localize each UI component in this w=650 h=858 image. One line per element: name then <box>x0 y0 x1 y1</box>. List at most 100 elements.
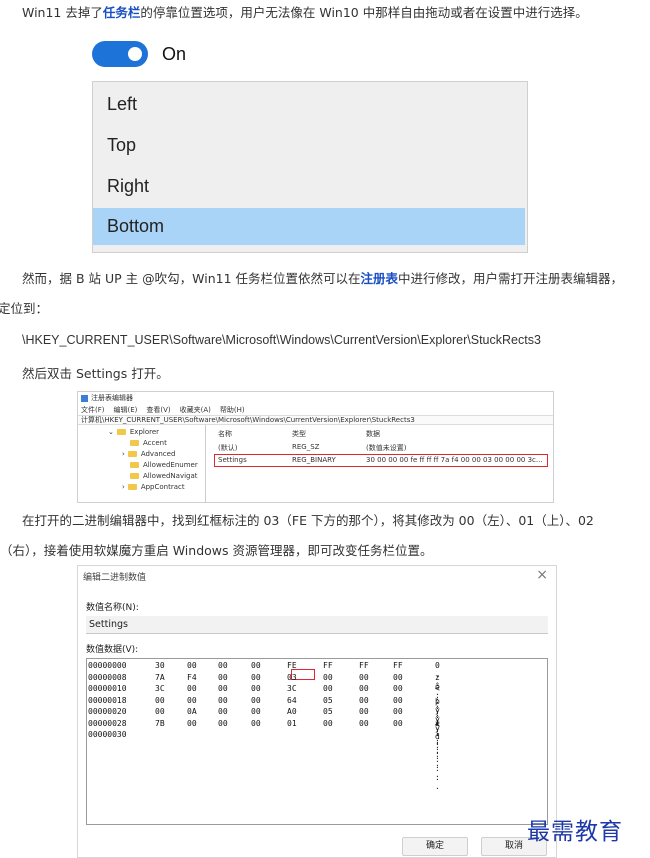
dialog-title: 编辑二进制数值 <box>83 573 147 583</box>
tree-item-advanced[interactable]: › Advanced <box>122 449 175 459</box>
hex-byte[interactable]: 00 <box>187 719 197 728</box>
hex-byte[interactable]: 00 <box>155 696 165 705</box>
hex-byte[interactable]: 3C <box>287 684 297 693</box>
hex-byte[interactable]: 00 <box>218 673 228 682</box>
position-option-bottom[interactable]: Bottom <box>93 208 525 245</box>
tree-label: Accent <box>143 439 167 447</box>
hex-byte[interactable]: 00 <box>393 696 403 705</box>
registry-link[interactable]: 注册表 <box>361 271 399 286</box>
hex-byte[interactable]: 00 <box>187 684 197 693</box>
hex-byte[interactable]: 00 <box>323 719 333 728</box>
regedit-app-icon <box>81 394 88 402</box>
hex-byte[interactable]: FF <box>323 661 333 670</box>
regedit-title: 注册表编辑器 <box>91 394 133 402</box>
toggle-switch[interactable] <box>92 41 148 67</box>
value-type: REG_SZ <box>292 443 320 451</box>
value-data-label: 数值数据(V): <box>86 645 139 655</box>
column-data[interactable]: 数据 <box>366 429 380 439</box>
hex-byte[interactable]: 00 <box>359 707 369 716</box>
intro-paragraph: Win11 去掉了任务栏的停靠位置选项，用户无法像在 Win10 中那样自由拖动… <box>22 4 588 22</box>
hex-byte[interactable]: 00 <box>187 696 197 705</box>
hex-byte[interactable]: 00 <box>393 684 403 693</box>
hex-byte[interactable]: 00 <box>323 673 333 682</box>
tree-item-allowedenumer[interactable]: AllowedEnumer <box>130 460 198 470</box>
hex-byte[interactable]: 0A <box>187 707 197 716</box>
hex-byte[interactable]: 00 <box>218 684 228 693</box>
hex-byte[interactable]: F4 <box>187 673 197 682</box>
tree-item-accent[interactable]: Accent <box>130 438 167 448</box>
hex-byte[interactable]: FE <box>287 661 297 670</box>
hex-byte[interactable]: 64 <box>287 696 297 705</box>
hex-byte[interactable]: 00 <box>251 661 261 670</box>
hex-byte[interactable]: 01 <box>287 719 297 728</box>
regedit-address-bar[interactable]: 计算机\HKEY_CURRENT_USER\Software\Microsoft… <box>78 415 553 425</box>
folder-icon <box>130 473 139 479</box>
menu-view[interactable]: 查看(V) <box>146 405 170 415</box>
menu-help[interactable]: 帮助(H) <box>220 405 245 415</box>
hex-byte[interactable]: 00 <box>359 696 369 705</box>
hex-byte[interactable]: 00 <box>218 719 228 728</box>
hex-byte[interactable]: A0 <box>287 707 297 716</box>
intro-text-rest: 的停靠位置选项，用户无法像在 Win10 中那样自由拖动或者在设置中进行选择。 <box>140 5 588 20</box>
hex-ascii: x . . . . . . . <box>435 718 440 791</box>
folder-icon <box>116 429 126 435</box>
tree-label: Explorer <box>129 428 160 436</box>
tree-label: AllowedEnumer <box>143 461 198 469</box>
hex-byte[interactable]: 00 <box>251 684 261 693</box>
hex-byte[interactable]: 00 <box>323 684 333 693</box>
hex-byte[interactable]: FF <box>393 661 403 670</box>
hex-byte[interactable]: 00 <box>218 661 228 670</box>
value-data: (数值未设置) <box>366 444 407 452</box>
hex-byte[interactable]: 00 <box>359 719 369 728</box>
menu-file[interactable]: 文件(F) <box>81 405 105 415</box>
value-name-field[interactable]: Settings <box>86 616 548 634</box>
folder-icon <box>130 462 139 468</box>
hex-byte[interactable]: 00 <box>251 696 261 705</box>
hex-byte[interactable]: 00 <box>251 719 261 728</box>
regedit-titlebar: 注册表编辑器 <box>78 392 553 404</box>
position-option-right[interactable]: Right <box>93 168 525 205</box>
hex-address: 00000028 <box>88 718 127 728</box>
hex-byte[interactable]: 00 <box>393 707 403 716</box>
tree-item-allowednavigat[interactable]: AllowedNavigat <box>130 471 198 481</box>
tree-item-explorer[interactable]: ⌄ Explorer <box>108 427 159 437</box>
column-type[interactable]: 类型 <box>292 429 306 439</box>
value-row-default[interactable]: (默认) REG_SZ (数值未设置) <box>214 443 553 453</box>
binary-editor-paragraph-line1: 在打开的二进制编辑器中，找到红框标注的 03（FE 下方的那个），将其修改为 0… <box>22 513 594 528</box>
hex-byte[interactable]: FF <box>359 661 369 670</box>
hex-byte[interactable]: 05 <box>323 707 333 716</box>
hex-byte[interactable]: 7B <box>155 719 165 728</box>
menu-edit[interactable]: 编辑(E) <box>114 405 138 415</box>
tree-item-appcontract[interactable]: › AppContract <box>122 482 185 492</box>
registry-paragraph: 然而，据 B 站 UP 主 @吹勾，Win11 任务栏位置依然可以在注册表中进行… <box>22 270 623 288</box>
hex-byte[interactable]: 00 <box>393 673 403 682</box>
ok-button[interactable]: 确定 <box>402 837 468 856</box>
hex-byte[interactable]: 30 <box>155 661 165 670</box>
folder-icon <box>130 440 139 446</box>
hex-data-editor[interactable]: 00000000 30 00 00 00 FE FF FF FF 0 . . . þ ÿ ÿ ÿ0… <box>86 658 548 825</box>
menu-favorites[interactable]: 收藏夹(A) <box>180 405 211 415</box>
open-settings-text: 然后双击 Settings 打开。 <box>22 366 169 381</box>
hex-byte[interactable]: 00 <box>393 719 403 728</box>
position-option-top[interactable]: Top <box>93 127 525 164</box>
hex-byte[interactable]: 3C <box>155 684 165 693</box>
hex-byte[interactable]: 7A <box>155 673 165 682</box>
hex-byte[interactable]: 05 <box>323 696 333 705</box>
close-icon[interactable]: × <box>536 567 548 583</box>
hex-byte[interactable]: 00 <box>251 673 261 682</box>
taskbar-link[interactable]: 任务栏 <box>103 5 141 20</box>
registry-path: \HKEY_CURRENT_USER\Software\Microsoft\Wi… <box>22 333 541 347</box>
hex-byte[interactable]: 00 <box>155 707 165 716</box>
hex-byte[interactable]: 00 <box>218 707 228 716</box>
position-option-left[interactable]: Left <box>93 86 525 123</box>
hex-byte[interactable]: 03 <box>287 673 297 682</box>
value-name-label: 数值名称(N): <box>86 603 139 613</box>
hex-byte[interactable]: 00 <box>359 684 369 693</box>
column-name[interactable]: 名称 <box>218 429 232 439</box>
hex-byte[interactable]: 00 <box>187 661 197 670</box>
hex-byte[interactable]: 00 <box>218 696 228 705</box>
watermark-logo: 最需教育 <box>527 819 623 845</box>
hex-byte[interactable]: 00 <box>359 673 369 682</box>
hex-byte[interactable]: 00 <box>251 707 261 716</box>
values-header: 名称 类型 数据 <box>214 429 553 439</box>
